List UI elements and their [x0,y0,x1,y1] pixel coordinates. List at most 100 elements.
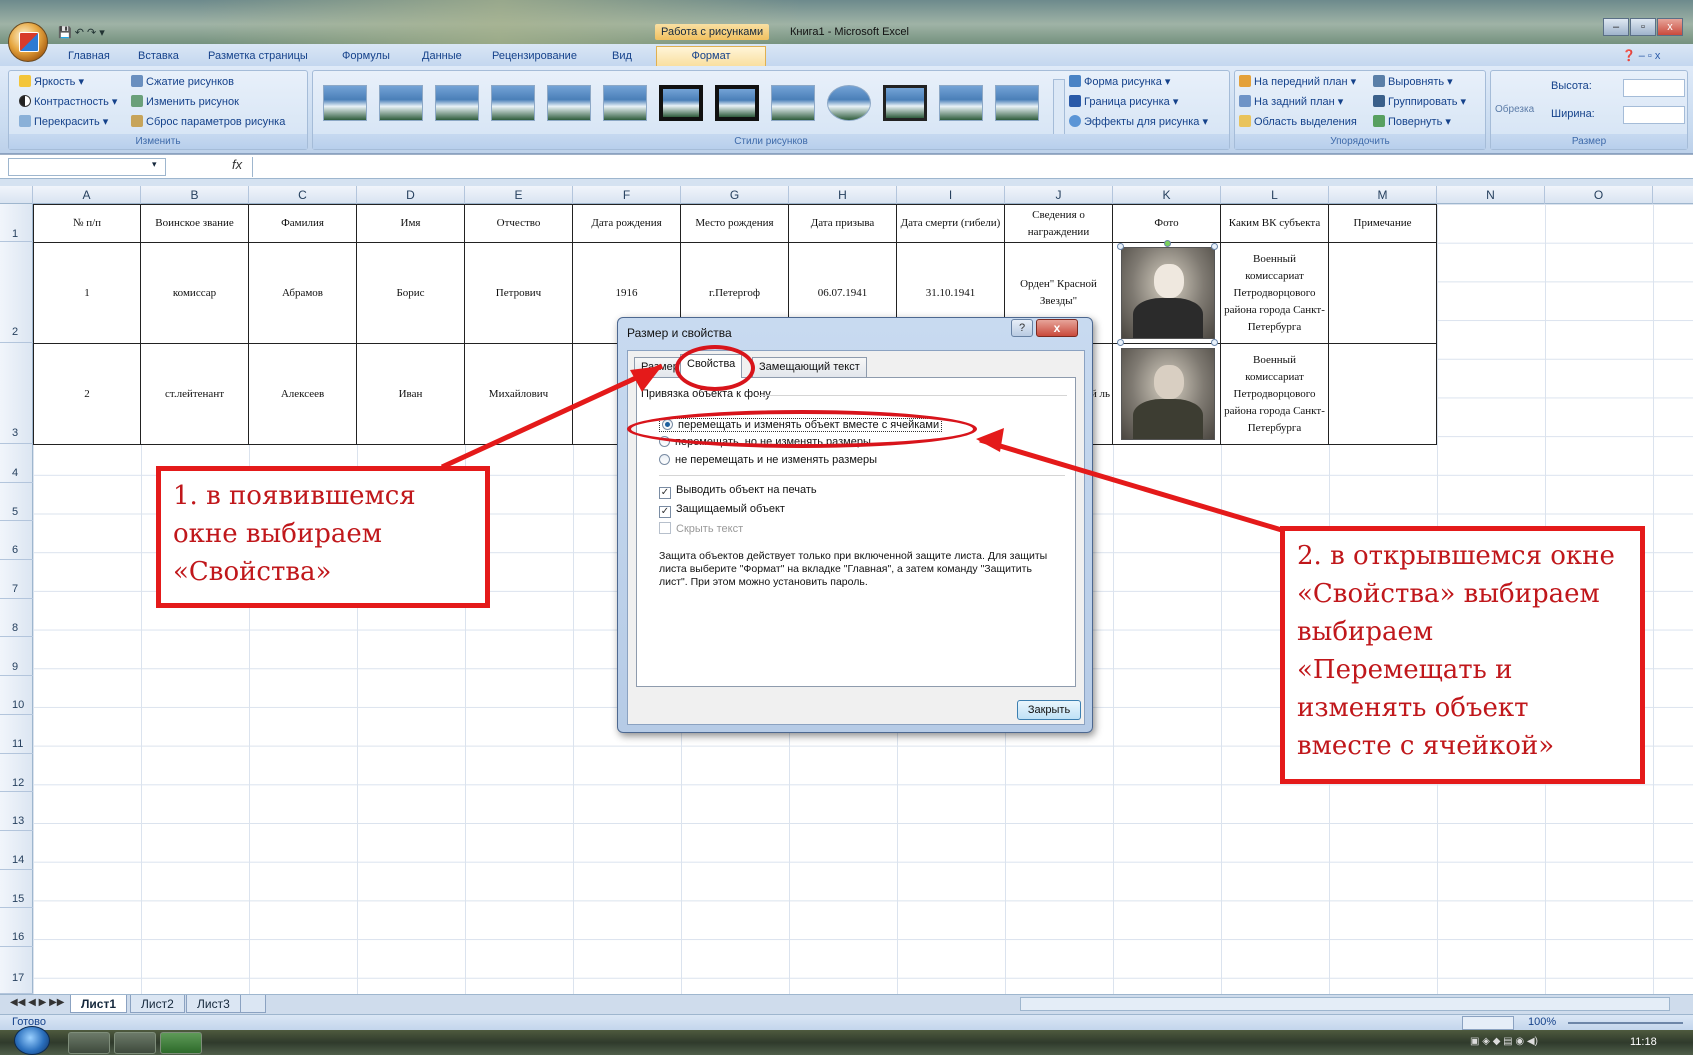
width-input[interactable] [1623,106,1685,124]
crop-button[interactable]: Обрезка [1495,101,1534,119]
brightness-button[interactable]: Яркость ▾ [19,73,84,91]
name-box-dropdown-icon[interactable]: ▾ [152,159,157,170]
minimize-button[interactable]: – [1603,18,1629,36]
view-buttons[interactable] [1462,1016,1514,1030]
sheet-tab-1[interactable]: Лист1 [70,995,128,1013]
row-header-16[interactable]: 16 [0,908,33,948]
picture-style-2[interactable] [379,85,423,121]
formula-input[interactable] [252,157,1688,177]
column-header-a[interactable]: A [33,186,141,204]
column-header-k[interactable]: K [1113,186,1221,204]
dialog-close-x-button[interactable]: x [1036,319,1078,337]
picture-style-3[interactable] [435,85,479,121]
close-window-button[interactable]: x [1657,18,1683,36]
horizontal-scrollbar[interactable] [1020,997,1670,1011]
table-header-cell[interactable]: Примечание [1329,204,1437,243]
table-cell[interactable] [1329,243,1437,344]
column-header-c[interactable]: C [249,186,357,204]
soldier-photo-1[interactable] [1121,247,1215,339]
table-header-cell[interactable]: Сведения о награждении [1005,204,1113,243]
picture-style-11[interactable] [883,85,927,121]
row-header-9[interactable]: 9 [0,638,33,677]
row-header-12[interactable]: 12 [0,754,33,793]
gallery-scroll[interactable] [1053,79,1065,135]
picture-style-7[interactable] [659,85,703,121]
maximize-button[interactable]: ▫ [1630,18,1656,36]
row-header-2[interactable]: 2 [0,242,33,343]
send-backward-button[interactable]: На задний план ▾ [1239,93,1343,111]
locked-checkbox[interactable]: ✓ Защищаемый объект [659,503,785,518]
table-cell[interactable]: 2 [33,344,141,445]
column-header-e[interactable]: E [465,186,573,204]
resize-handle[interactable] [1211,339,1218,346]
group-objects-button[interactable]: Группировать ▾ [1373,93,1466,111]
row-header-7[interactable]: 7 [0,560,33,599]
column-header-f[interactable]: F [573,186,681,204]
row-header-13[interactable]: 13 [0,792,33,831]
dialog-close-button[interactable]: Закрыть [1017,700,1081,720]
row-header-8[interactable]: 8 [0,599,33,638]
table-cell[interactable]: Военный комиссариат Петродворцового райо… [1221,344,1329,445]
row-header-3[interactable]: 3 [0,343,33,444]
column-header-i[interactable]: I [897,186,1005,204]
table-cell[interactable]: комиссар [141,243,249,344]
picture-style-1[interactable] [323,85,367,121]
table-header-cell[interactable]: Отчество [465,204,573,243]
tab-formulas[interactable]: Формулы [340,47,392,66]
picture-style-9[interactable] [771,85,815,121]
tab-insert[interactable]: Вставка [136,47,181,66]
contrast-button[interactable]: Контрастность ▾ [19,93,117,111]
bring-forward-button[interactable]: На передний план ▾ [1239,73,1356,91]
row-header-17[interactable]: 17 [0,947,33,994]
row-header-10[interactable]: 10 [0,676,33,715]
row-header-11[interactable]: 11 [0,715,33,754]
fx-icon[interactable]: fx [232,157,242,172]
column-header-o[interactable]: O [1545,186,1653,204]
picture-effects-button[interactable]: Эффекты для рисунка ▾ [1069,113,1208,131]
radio-dont-move[interactable]: не перемещать и не изменять размеры [659,454,877,466]
picture-style-4[interactable] [491,85,535,121]
row-header-5[interactable]: 5 [0,483,33,522]
tab-page-layout[interactable]: Разметка страницы [206,47,310,66]
soldier-photo-2[interactable] [1121,348,1215,440]
column-header-m[interactable]: M [1329,186,1437,204]
rotate-button[interactable]: Повернуть ▾ [1373,113,1451,131]
row-header-15[interactable]: 15 [0,870,33,909]
dialog-help-button[interactable]: ? [1011,319,1033,337]
table-cell[interactable]: 1 [33,243,141,344]
column-header-g[interactable]: G [681,186,789,204]
tab-alt-text[interactable]: Замещающий текст [752,357,867,377]
table-cell[interactable]: Петрович [465,243,573,344]
tab-home[interactable]: Главная [66,47,112,66]
table-cell[interactable] [1329,344,1437,445]
column-header-n[interactable]: N [1437,186,1545,204]
insert-sheet-icon[interactable] [240,995,266,1013]
picture-shape-button[interactable]: Форма рисунка ▾ [1069,73,1170,91]
row-header-4[interactable]: 4 [0,444,33,483]
taskbar-explorer-icon[interactable] [68,1032,110,1054]
sheet-tab-3[interactable]: Лист3 [186,995,241,1013]
selection-pane-button[interactable]: Область выделения [1239,113,1357,131]
tab-format[interactable]: Формат [656,46,766,66]
tab-data[interactable]: Данные [420,47,464,66]
print-object-checkbox[interactable]: ✓ Выводить объект на печать [659,484,817,499]
table-cell[interactable]: Военный комиссариат Петродворцового райо… [1221,243,1329,344]
table-header-cell[interactable]: № п/п [33,204,141,243]
row-header-6[interactable]: 6 [0,521,33,561]
table-header-cell[interactable]: Каким ВК субъекта [1221,204,1329,243]
height-input[interactable] [1623,79,1685,97]
picture-style-5[interactable] [547,85,591,121]
tab-view[interactable]: Вид [610,47,634,66]
picture-style-6[interactable] [603,85,647,121]
taskbar-browser-icon[interactable] [114,1032,156,1054]
table-cell[interactable]: ст.лейтенант [141,344,249,445]
quick-access-toolbar[interactable]: 💾 ↶ ↷ ▾ [58,26,105,42]
table-header-cell[interactable]: Место рождения [681,204,789,243]
taskbar-excel-icon[interactable] [160,1032,202,1054]
picture-style-8[interactable] [715,85,759,121]
column-header-j[interactable]: J [1005,186,1113,204]
column-header-d[interactable]: D [357,186,465,204]
table-header-cell[interactable]: Дата рождения [573,204,681,243]
select-all-corner[interactable] [0,186,33,204]
picture-border-button[interactable]: Граница рисунка ▾ [1069,93,1178,111]
